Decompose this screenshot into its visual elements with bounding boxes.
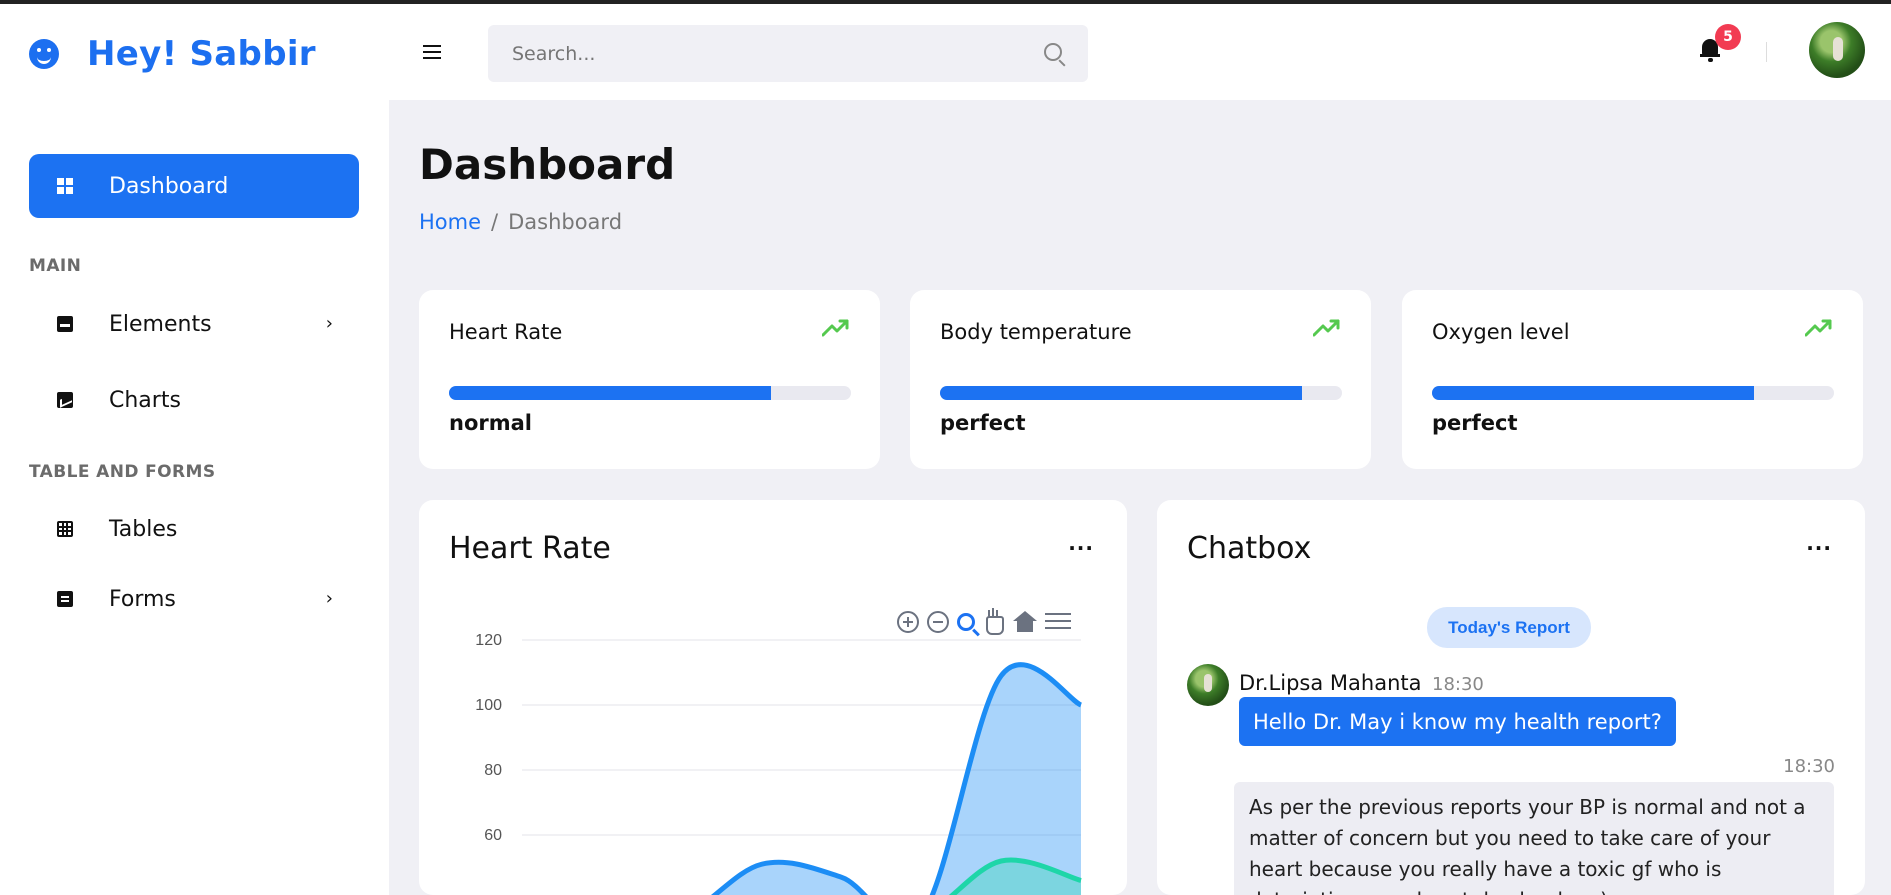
sidebar-item-label: Forms (109, 586, 176, 612)
chevron-right-icon: › (325, 313, 333, 334)
breadcrumb-home[interactable]: Home (419, 210, 481, 234)
menu-toggle-icon[interactable] (423, 45, 441, 59)
progress-fill (1432, 386, 1754, 400)
incoming-message: As per the previous reports your BP is n… (1234, 782, 1834, 895)
y-tick-label: 60 (484, 827, 502, 844)
heart-rate-panel: Heart Rate ··· 60 80 100 120 (419, 500, 1127, 895)
stat-status: perfect (1432, 411, 1518, 435)
search-input[interactable] (512, 42, 1032, 65)
chart-icon (57, 392, 73, 408)
heart-rate-chart: 60 80 100 120 (475, 632, 1083, 895)
section-title-table-forms: TABLE AND FORMS (29, 462, 216, 482)
progress-bar (449, 386, 851, 400)
sidebar: Hey! Sabbir Dashboard MAIN Elements › Ch… (0, 4, 389, 895)
reply-time: 18:30 (1783, 756, 1835, 777)
oxygen-level-card: Oxygen level perfect (1402, 290, 1863, 469)
breadcrumb-current: Dashboard (508, 210, 623, 234)
pan-hand-icon[interactable] (983, 610, 1005, 635)
sidebar-item-label: Elements (109, 311, 212, 337)
chart-toolbar (897, 610, 1071, 635)
outgoing-message: Hello Dr. May i know my health report? (1239, 697, 1676, 746)
trending-up-icon (822, 319, 849, 337)
top-header: 5 (389, 4, 1891, 100)
sidebar-item-elements[interactable]: Elements › (29, 299, 359, 349)
search-icon[interactable] (1044, 43, 1062, 61)
zoom-out-icon[interactable] (927, 611, 949, 633)
sidebar-item-label: Tables (109, 516, 178, 542)
body-temperature-card: Body temperature perfect (910, 290, 1371, 469)
brand-title: Hey! Sabbir (87, 34, 316, 74)
user-avatar[interactable] (1809, 22, 1865, 78)
stat-status: normal (449, 411, 532, 435)
trending-up-icon (1313, 319, 1340, 337)
doctor-avatar[interactable] (1187, 664, 1229, 706)
y-tick-label: 120 (475, 632, 502, 649)
sidebar-item-forms[interactable]: Forms › (29, 574, 359, 624)
progress-bar (940, 386, 1342, 400)
dashboard-icon (57, 178, 73, 194)
stat-title: Oxygen level (1432, 320, 1570, 344)
progress-fill (940, 386, 1302, 400)
stat-status: perfect (940, 411, 1026, 435)
sidebar-item-tables[interactable]: Tables (29, 504, 359, 554)
chevron-right-icon: › (325, 588, 333, 609)
y-tick-label: 80 (484, 762, 502, 779)
breadcrumb-separator: / (491, 210, 499, 234)
trending-up-icon (1805, 319, 1832, 337)
todays-report-button[interactable]: Today's Report (1427, 607, 1591, 648)
reset-zoom-home-icon[interactable] (1013, 611, 1037, 633)
sidebar-item-dashboard[interactable]: Dashboard (29, 154, 359, 218)
chatbox-panel: Chatbox ··· Today's Report Dr.Lipsa Maha… (1157, 500, 1865, 895)
smile-icon (29, 39, 59, 69)
chart-menu-icon[interactable] (1045, 613, 1071, 631)
search-bar (488, 25, 1088, 82)
page-title: Dashboard (419, 140, 676, 189)
y-tick-label: 100 (475, 697, 502, 714)
message-time: 18:30 (1432, 674, 1484, 695)
zoom-selection-icon[interactable] (957, 613, 975, 631)
brand[interactable]: Hey! Sabbir (29, 34, 316, 74)
more-options-icon[interactable]: ··· (1806, 536, 1832, 560)
sidebar-item-charts[interactable]: Charts (29, 375, 359, 425)
heart-rate-card: Heart Rate normal (419, 290, 880, 469)
sidebar-item-label: Dashboard (109, 173, 229, 199)
inbox-icon (57, 316, 73, 332)
notification-badge[interactable]: 5 (1715, 24, 1741, 50)
stat-title: Heart Rate (449, 320, 563, 344)
header-divider (1766, 42, 1767, 62)
progress-bar (1432, 386, 1834, 400)
breadcrumb: Home / Dashboard (419, 210, 622, 234)
sidebar-item-label: Charts (109, 387, 181, 413)
zoom-in-icon[interactable] (897, 611, 919, 633)
table-icon (57, 521, 73, 537)
stat-title: Body temperature (940, 320, 1132, 344)
progress-fill (449, 386, 771, 400)
section-title-main: MAIN (29, 256, 82, 276)
panel-title: Chatbox (1187, 531, 1312, 566)
clipboard-icon (57, 591, 73, 607)
message-sender: Dr.Lipsa Mahanta (1239, 671, 1422, 695)
